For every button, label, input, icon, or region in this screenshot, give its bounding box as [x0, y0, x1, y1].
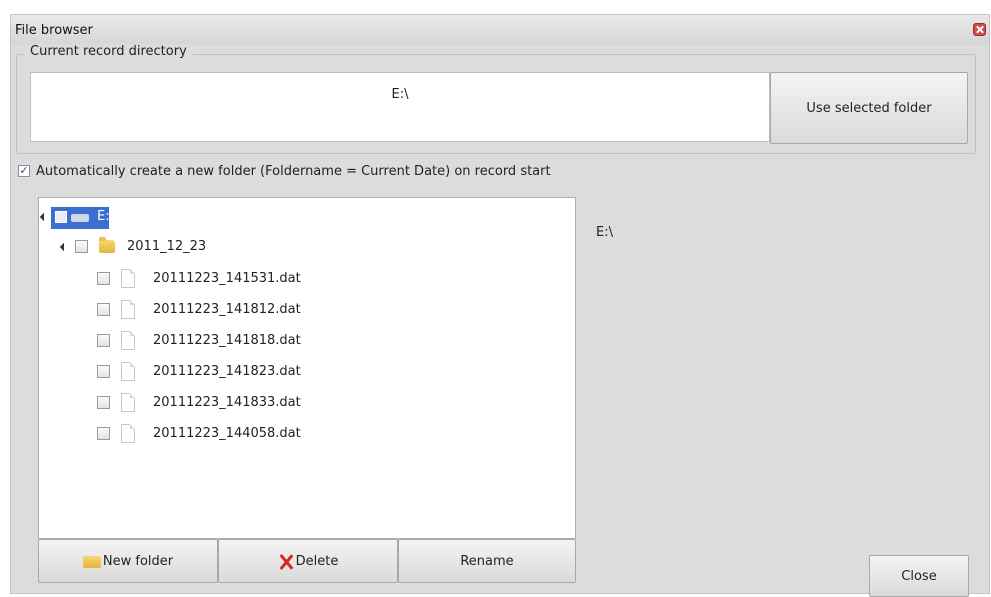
tree-file-row[interactable]: 20111223_141531.dat — [39, 268, 359, 292]
file-icon — [121, 424, 135, 443]
new-folder-icon — [82, 555, 101, 568]
tree-file-label: 20111223_141531.dat — [153, 271, 301, 286]
file-icon — [121, 300, 135, 319]
auto-folder-checkbox[interactable]: ✓ — [18, 165, 30, 177]
tree-file-checkbox[interactable] — [97, 396, 110, 409]
title-bar[interactable]: File browser — [11, 15, 989, 45]
tree-file-checkbox[interactable] — [97, 272, 110, 285]
window-title: File browser — [15, 23, 93, 38]
use-selected-folder-button[interactable]: Use selected folder — [770, 72, 968, 144]
drive-icon — [71, 214, 89, 222]
tree-file-row[interactable]: 20111223_141812.dat — [39, 299, 359, 323]
tree-folder-label: 2011_12_23 — [127, 239, 207, 254]
new-folder-label: New folder — [102, 554, 174, 569]
selected-path-label: E:\ — [596, 225, 613, 240]
tree-root-checkbox[interactable] — [55, 211, 67, 223]
tree-file-checkbox[interactable] — [97, 365, 110, 378]
expand-arrow-icon[interactable] — [59, 242, 69, 252]
folder-icon — [99, 237, 115, 253]
tree-root-label: E: — [97, 209, 110, 224]
file-icon — [121, 362, 135, 381]
tree-file-row[interactable]: 20111223_141818.dat — [39, 330, 359, 354]
tree-file-label: 20111223_141812.dat — [153, 302, 301, 317]
tree-file-label: 20111223_141833.dat — [153, 395, 301, 410]
close-button[interactable]: Close — [869, 555, 969, 597]
delete-icon — [278, 554, 294, 570]
tree-file-row[interactable]: 20111223_141823.dat — [39, 361, 359, 385]
delete-label: Delete — [295, 554, 339, 569]
tree-file-checkbox[interactable] — [97, 303, 110, 316]
tree-file-checkbox[interactable] — [97, 334, 110, 347]
folder-tree[interactable]: E: 2011_12_23 20111223_141531.dat 201112… — [38, 197, 576, 539]
tree-folder-row[interactable]: 2011_12_23 — [39, 236, 279, 260]
record-directory-legend: Current record directory — [24, 44, 193, 59]
tree-file-label: 20111223_144058.dat — [153, 426, 301, 441]
tree-file-label: 20111223_141823.dat — [153, 364, 301, 379]
file-icon — [121, 393, 135, 412]
record-directory-field[interactable]: E:\ — [30, 72, 770, 142]
tree-root-row[interactable]: E: — [39, 206, 179, 230]
auto-folder-label: Automatically create a new folder (Folde… — [36, 164, 551, 179]
delete-button[interactable]: Delete — [218, 539, 398, 583]
tree-folder-checkbox[interactable] — [75, 240, 88, 253]
expand-arrow-icon[interactable] — [39, 212, 49, 222]
tree-file-row[interactable]: 20111223_144058.dat — [39, 423, 359, 447]
file-icon — [121, 269, 135, 288]
tree-file-label: 20111223_141818.dat — [153, 333, 301, 348]
tree-file-checkbox[interactable] — [97, 427, 110, 440]
rename-button[interactable]: Rename — [398, 539, 576, 583]
file-icon — [121, 331, 135, 350]
window-close-icon[interactable] — [973, 23, 986, 36]
new-folder-button[interactable]: New folder — [38, 539, 218, 583]
tree-file-row[interactable]: 20111223_141833.dat — [39, 392, 359, 416]
